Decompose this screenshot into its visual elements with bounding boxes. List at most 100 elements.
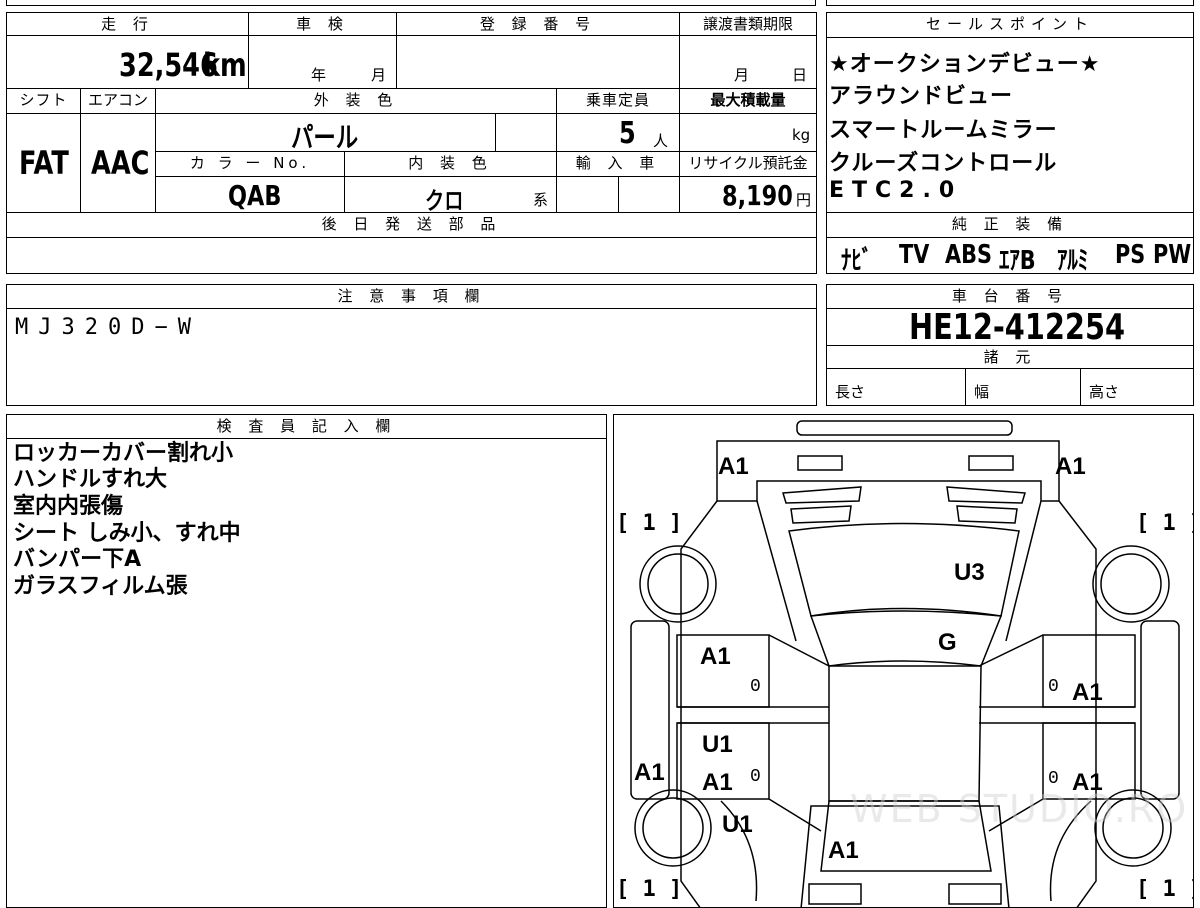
sales-points-header: セールスポイント — [826, 12, 1194, 38]
damage-left-rear-door-zero: 0 — [750, 767, 761, 787]
import-cell-right — [618, 176, 680, 213]
exterior-color-cell: パール — [155, 113, 496, 154]
shift-header: シフト — [6, 88, 81, 114]
damage-diagram-panel: A1 A1 [ 1 ] [ 1 ] [ 1 ] [ 1 ] U3 G A1 0 … — [613, 414, 1194, 908]
transfer-month: 月 — [734, 66, 750, 84]
damage-roof: U3 — [954, 559, 985, 586]
inspector-line-6: ガラスフィルム張 — [13, 574, 188, 599]
chassis-cell: HE12-412254 — [826, 307, 1194, 348]
specs-height-cell: 高さ — [1080, 368, 1194, 406]
bracket-bottom-right: [ 1 ] — [1136, 877, 1193, 902]
damage-right-front-door-zero: 0 — [1048, 677, 1059, 697]
aircon-header: エアコン — [80, 88, 156, 114]
inspector-cell: ロッカーカバー割れ小 ハンドルすれ大 室内内張傷 シート しみ小、すれ中 バンパ… — [6, 438, 607, 908]
equip-abs: ABS — [945, 240, 992, 270]
inspector-line-3: 室内内張傷 — [13, 494, 124, 519]
exterior-color-header: 外 装 色 — [155, 88, 557, 114]
shift-cell: FAT — [6, 113, 81, 213]
color-no-cell: QAB — [155, 176, 345, 213]
interior-color-header: 内 装 色 — [344, 151, 557, 177]
transfer-deadline-header: 譲渡書類期限 — [679, 12, 817, 36]
transfer-day: 日 — [792, 66, 808, 84]
notes-value: MJ320D−W — [15, 315, 201, 340]
specs-length-cell: 長さ — [826, 368, 966, 406]
top-strip-right-cell — [826, 0, 1194, 6]
capacity-value: 5 — [619, 116, 636, 151]
specs-header: 諸 元 — [826, 345, 1194, 369]
chassis-header: 車 台 番 号 — [826, 284, 1194, 309]
transfer-deadline-cell: 月 日 — [679, 35, 817, 89]
registration-header: 登 録 番 号 — [396, 12, 680, 36]
watermark: WEB STUDIO.RO — [850, 787, 1189, 831]
equip-ps: PS — [1115, 240, 1146, 270]
equip-navi: ﾅﾋﾞ — [841, 246, 873, 276]
sales-point-3: スマートルームミラー — [829, 118, 1058, 143]
damage-right-rear-door-zero: 0 — [1048, 769, 1059, 789]
damage-left-front-door: A1 — [700, 643, 731, 670]
sales-point-1: ★オークションデビュー★ — [829, 52, 1101, 77]
equip-pw: PW — [1153, 240, 1192, 270]
damage-glass: G — [938, 629, 957, 656]
notes-header: 注 意 事 項 欄 — [6, 284, 817, 309]
aircon-cell: AAC — [80, 113, 156, 213]
shaken-month: 月 — [371, 66, 387, 84]
interior-color-value: クロ — [425, 187, 464, 215]
damage-left-rocker: A1 — [634, 759, 665, 786]
exterior-color-value: パール — [291, 121, 359, 154]
damage-left-rear-fender: U1 — [722, 811, 753, 838]
inspector-line-2: ハンドルすれ大 — [13, 467, 168, 492]
max-load-unit: kg — [792, 126, 811, 144]
mileage-unit: km — [203, 46, 247, 84]
damage-front-right: A1 — [1055, 453, 1086, 480]
inspector-line-4: シート しみ小、すれ中 — [13, 521, 241, 546]
recycle-fee-value: 8,190 — [722, 179, 793, 212]
top-strip-cell — [6, 0, 816, 6]
import-header: 輸 入 車 — [556, 151, 680, 177]
color-no-header: カ ラ ー No. — [155, 151, 345, 177]
shaken-year: 年 — [311, 66, 327, 84]
specs-height-label: 高さ — [1089, 383, 1120, 401]
notes-cell: MJ320D−W — [6, 308, 817, 406]
damage-left-rear-door-a: U1 — [702, 731, 733, 758]
specs-length-label: 長さ — [835, 383, 866, 401]
genuine-equipment-cell: ﾅﾋﾞ TV ABS ｴｱB ｱﾙﾐ PS PW — [826, 237, 1194, 276]
bracket-top-left: [ 1 ] — [616, 511, 683, 536]
aircon-value: AAC — [91, 144, 150, 182]
specs-width-cell: 幅 — [965, 368, 1081, 406]
interior-color-unit: 系 — [533, 191, 549, 209]
shaken-header: 車 検 — [248, 12, 397, 36]
damage-front-left: A1 — [718, 453, 749, 480]
shaken-cell: 年 月 — [248, 35, 397, 89]
damage-left-rear-door-b: A1 — [702, 769, 733, 796]
damage-trunk: A1 — [828, 837, 859, 864]
exterior-color-extra-cell — [495, 113, 557, 152]
capacity-unit: 人 — [653, 132, 669, 150]
bracket-bottom-left: [ 1 ] — [616, 877, 683, 902]
import-cell-left — [556, 176, 619, 213]
recycle-fee-unit: 円 — [796, 191, 812, 209]
bracket-top-right: [ 1 ] — [1136, 511, 1193, 536]
equip-airbag: ｴｱB — [999, 246, 1036, 276]
sales-points-cell: ★オークションデビュー★ アラウンドビュー スマートルームミラー クルーズコント… — [826, 37, 1194, 213]
interior-color-cell: クロ 系 — [344, 176, 557, 215]
sales-point-2: アラウンドビュー — [829, 84, 1014, 109]
registration-cell — [396, 35, 680, 89]
damage-right-front-door: A1 — [1072, 679, 1103, 706]
specs-width-label: 幅 — [974, 383, 990, 401]
inspector-header: 検 査 員 記 入 欄 — [6, 414, 607, 439]
recycle-fee-header: リサイクル預託金 — [679, 151, 817, 177]
capacity-cell: 5 人 — [556, 113, 680, 152]
recycle-fee-cell: 8,190 円 — [679, 176, 817, 213]
max-load-cell: kg — [679, 113, 817, 152]
equip-alumi: ｱﾙﾐ — [1057, 246, 1089, 276]
equip-tv: TV — [899, 240, 930, 270]
later-parts-header: 後 日 発 送 部 品 — [6, 212, 817, 238]
genuine-equipment-header: 純 正 装 備 — [826, 212, 1194, 238]
max-load-header: 最大積載量 — [679, 88, 817, 114]
sales-point-5: ETC2.0 — [829, 178, 963, 203]
mileage-cell: 32,546 km — [6, 35, 249, 89]
sales-point-4: クルーズコントロール — [829, 151, 1058, 176]
capacity-header: 乗車定員 — [556, 88, 680, 114]
chassis-value: HE12-412254 — [909, 307, 1126, 348]
mileage-header: 走 行 — [6, 12, 249, 36]
